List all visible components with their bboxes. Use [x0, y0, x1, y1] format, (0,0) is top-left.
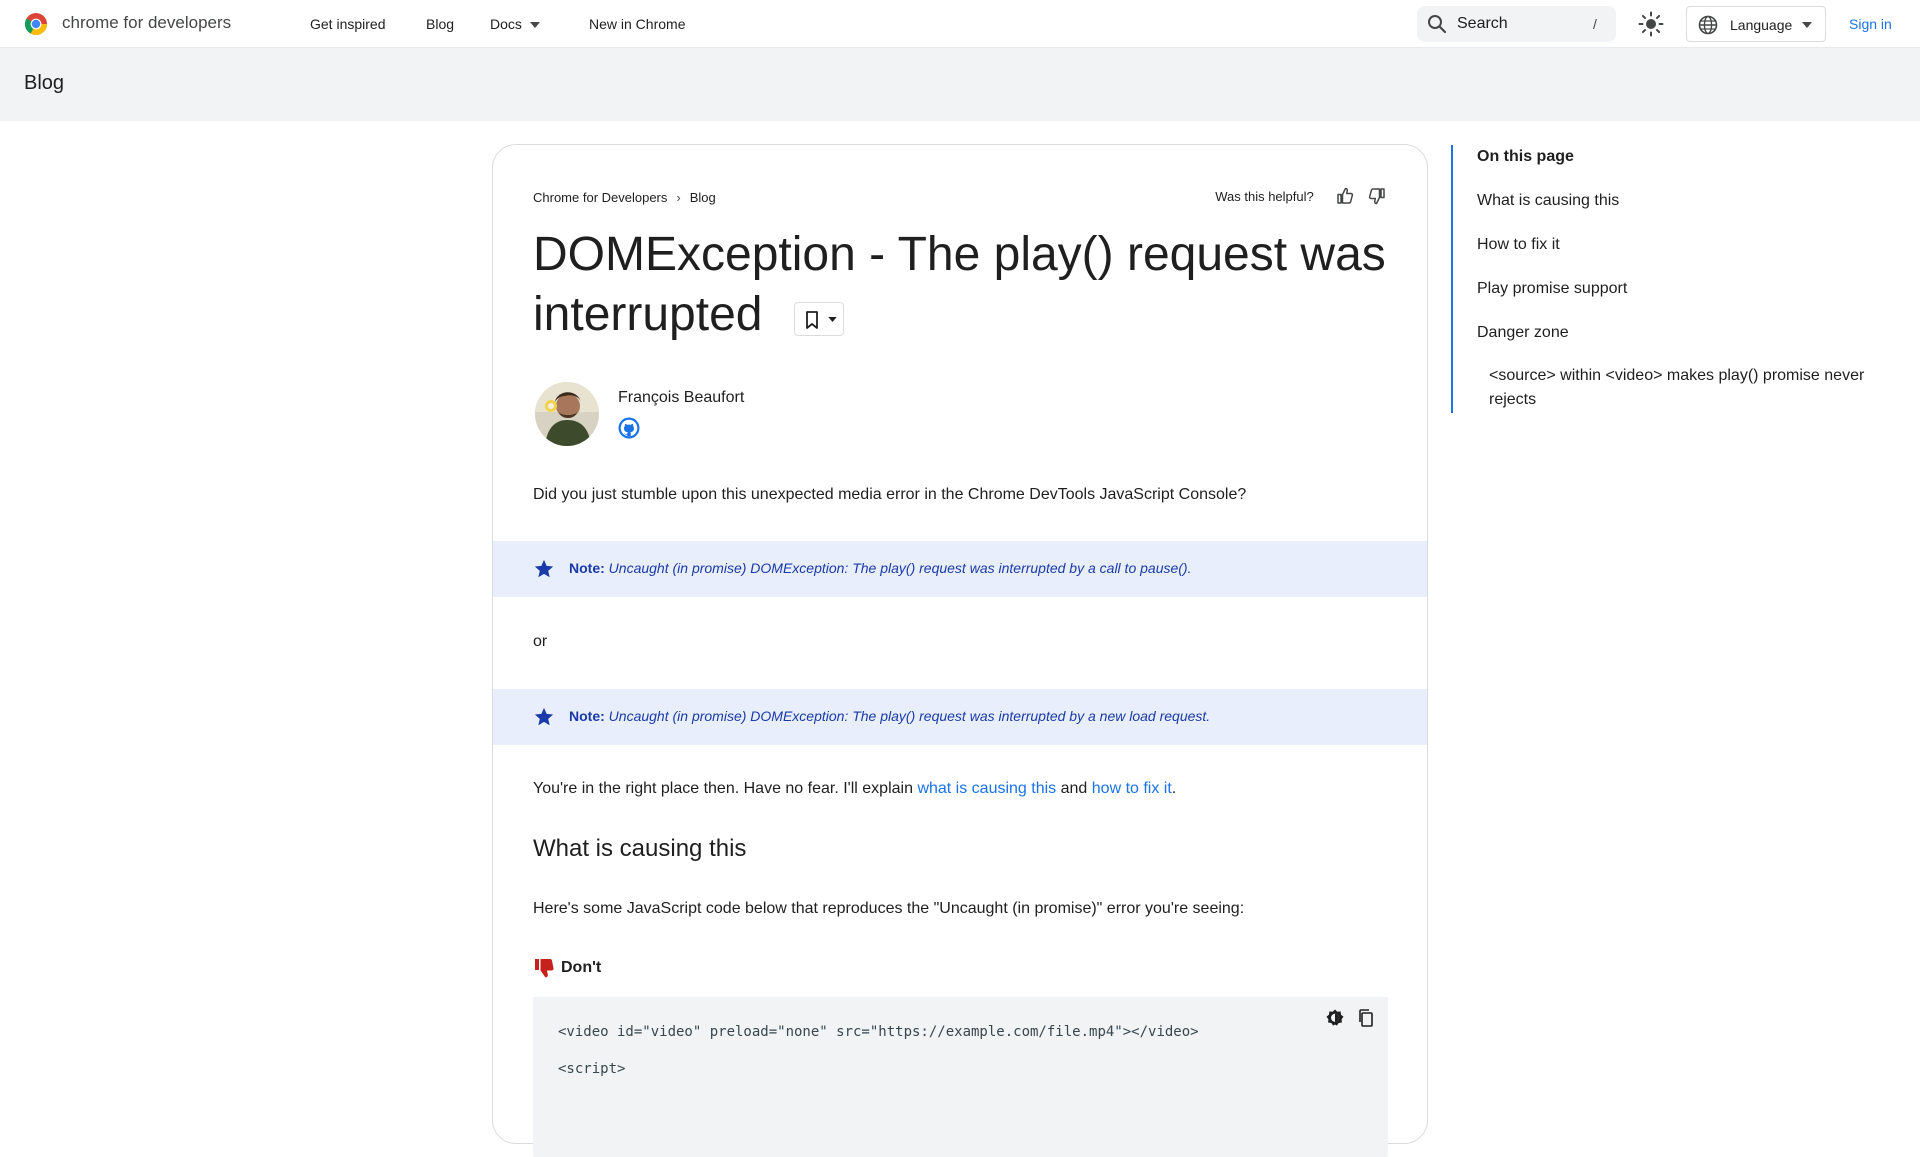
language-selector[interactable]: Language — [1686, 6, 1826, 42]
search-shortcut-key: / — [1593, 16, 1597, 32]
table-of-contents: On this page What is causing this How to… — [1451, 145, 1873, 413]
dont-text: Don't — [561, 959, 602, 976]
language-label: Language — [1730, 17, 1793, 33]
search-placeholder: Search — [1457, 15, 1508, 32]
bookmark-button[interactable] — [794, 302, 844, 336]
or-paragraph: or — [533, 633, 548, 650]
nav-blog[interactable]: Blog — [426, 16, 454, 32]
section-header: Blog — [0, 48, 1920, 121]
note-label: Note: — [569, 560, 605, 576]
section-intro-paragraph: Here's some JavaScript code below that r… — [533, 900, 1245, 917]
page-title: DOMException - The play() request was in… — [533, 228, 1386, 341]
link-how-to-fix-it[interactable]: how to fix it — [1092, 780, 1172, 797]
section-heading: What is causing this — [533, 835, 747, 862]
reassure-text: . — [1171, 780, 1177, 797]
section-title-blog[interactable]: Blog — [24, 72, 64, 95]
nav-docs[interactable]: Docs — [490, 16, 540, 32]
toc-item-what-is-causing-this[interactable]: What is causing this — [1477, 192, 1619, 210]
github-icon[interactable] — [618, 417, 640, 439]
caret-down-icon — [1802, 22, 1812, 28]
nav-docs-label: Docs — [490, 16, 522, 32]
search-box[interactable]: Search / — [1417, 6, 1616, 42]
helpful-label: Was this helpful? — [1215, 188, 1314, 204]
sun-icon[interactable] — [1638, 11, 1664, 37]
bookmark-icon — [806, 311, 818, 329]
toc-item-play-promise-support[interactable]: Play promise support — [1477, 280, 1627, 298]
author-avatar[interactable] — [535, 382, 599, 446]
top-navigation-bar: chrome for developers Get inspired Blog … — [0, 0, 1920, 48]
intro-paragraph: Did you just stumble upon this unexpecte… — [533, 486, 1247, 503]
copy-icon[interactable] — [1356, 1008, 1376, 1028]
toc-title: On this page — [1477, 148, 1574, 165]
thumb-down-icon — [535, 959, 554, 978]
code-line: <script> — [558, 1061, 626, 1077]
note-label: Note: — [569, 708, 605, 724]
star-icon — [534, 559, 554, 578]
note-text: Note: Uncaught (in promise) DOMException… — [569, 560, 1191, 576]
author-photo — [535, 382, 599, 446]
author-name[interactable]: François Beaufort — [618, 389, 744, 407]
thumb-down-icon[interactable] — [1367, 186, 1387, 206]
globe-icon — [1698, 15, 1718, 35]
dont-label: Don't — [533, 956, 601, 980]
breadcrumb-blog[interactable]: Blog — [690, 190, 716, 205]
note-text: Note: Uncaught (in promise) DOMException… — [569, 708, 1210, 724]
toc-item-source-within-video[interactable]: <source> within <video> makes play() pro… — [1489, 364, 1879, 412]
chrome-logo-icon[interactable] — [24, 12, 48, 36]
caret-down-icon — [828, 317, 837, 322]
search-icon — [1428, 15, 1447, 34]
caret-down-icon — [529, 22, 540, 29]
note-callout: Note: Uncaught (in promise) DOMException… — [493, 541, 1427, 597]
link-what-is-causing-this[interactable]: what is causing this — [917, 780, 1056, 797]
note-message: Uncaught (in promise) DOMException: The … — [608, 708, 1211, 724]
sign-in-link[interactable]: Sign in — [1849, 16, 1892, 32]
reassure-text: and — [1056, 780, 1092, 797]
contrast-icon[interactable] — [1325, 1008, 1345, 1028]
toc-item-how-to-fix-it[interactable]: How to fix it — [1477, 236, 1560, 254]
note-message: Uncaught (in promise) DOMException: The … — [608, 560, 1192, 576]
brand-link[interactable]: chrome for developers — [62, 13, 231, 33]
thumb-up-icon[interactable] — [1335, 186, 1355, 206]
star-icon — [534, 707, 554, 726]
nav-new-in-chrome[interactable]: New in Chrome — [589, 16, 685, 32]
breadcrumb-home[interactable]: Chrome for Developers — [533, 190, 667, 205]
nav-get-inspired[interactable]: Get inspired — [310, 16, 385, 32]
feedback-widget: Was this helpful? — [1215, 186, 1387, 210]
reassure-text: You're in the right place then. Have no … — [533, 780, 918, 797]
breadcrumb: Chrome for Developers › Blog — [533, 190, 716, 205]
reassure-paragraph: You're in the right place then. Have no … — [533, 780, 1176, 798]
toc-item-danger-zone[interactable]: Danger zone — [1477, 324, 1569, 342]
chevron-right-icon: › — [676, 190, 681, 205]
note-callout: Note: Uncaught (in promise) DOMException… — [493, 689, 1427, 745]
code-block: <video id="video" preload="none" src="ht… — [533, 997, 1388, 1157]
article-card: Chrome for Developers › Blog Was this help… — [492, 144, 1428, 1157]
code-line: <video id="video" preload="none" src="ht… — [558, 1024, 1199, 1040]
